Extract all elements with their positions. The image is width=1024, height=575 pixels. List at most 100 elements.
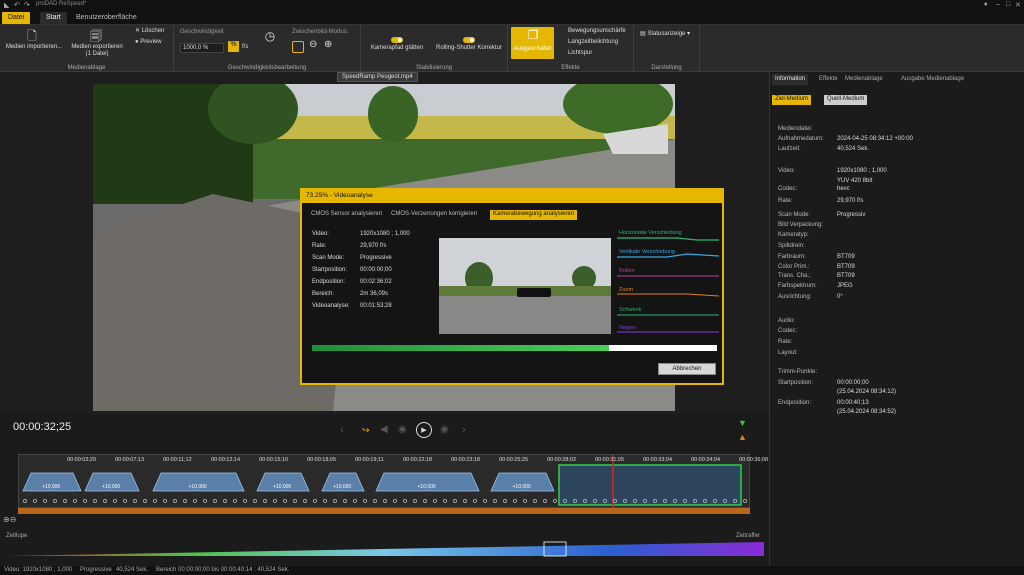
- range-bar[interactable]: [18, 508, 750, 514]
- trim-out-icon[interactable]: ▲: [738, 432, 747, 442]
- percent-button[interactable]: %: [228, 41, 239, 52]
- segment-label: +10,000: [273, 484, 292, 490]
- cam-smooth-button[interactable]: Kamerapfad glätten: [365, 45, 429, 52]
- cam-smooth-toggle[interactable]: [391, 37, 403, 43]
- speed-gradient[interactable]: [4, 540, 764, 558]
- tab-file[interactable]: Datei: [2, 12, 31, 24]
- step-forward-icon[interactable]: ◉: [440, 424, 449, 435]
- tab-effects[interactable]: Effekte: [816, 74, 841, 85]
- timeline-track[interactable]: 00:00:03;20 00:00:07;13 00:00:11;12 00:00:1…: [18, 454, 768, 509]
- dialog-title: 73.25% - Videoanalyse: [302, 190, 722, 203]
- next-icon[interactable]: ›: [462, 424, 466, 436]
- tab-cmos-correct[interactable]: CMOS-Verzerrungen korrigieren: [388, 210, 480, 220]
- info-key: Videoanalyse:: [312, 303, 350, 309]
- cancel-button[interactable]: Abbrechen: [658, 363, 716, 375]
- effects-off-button[interactable]: ❐ Ausgeschaltet: [511, 27, 554, 59]
- slow-motion-label: Zeitlupe: [6, 533, 28, 539]
- tab-start[interactable]: Start: [40, 12, 67, 24]
- source-medium-button[interactable]: Quell-Medium: [824, 95, 868, 105]
- app-logo-icon: ◣: [4, 2, 10, 9]
- info-key: Color Prim.:: [778, 264, 810, 270]
- ribbon: 🗋 Medien importieren... 🗐 Medien exporti…: [0, 25, 1024, 72]
- prev-icon[interactable]: ‹: [340, 424, 344, 436]
- info-key: Layout:: [778, 350, 798, 356]
- frame-mode-c-icon[interactable]: ⊕: [324, 39, 332, 50]
- info-key: Ausrichtung:: [778, 294, 812, 300]
- app-window: ◣ ↶ ↷ proDAD ReSpeed* ♦ – □ ✕ Datei Star…: [0, 0, 1024, 575]
- group-effects-label: Effekte: [561, 65, 580, 71]
- info-value: 1920x1080 ; 1,000: [360, 231, 410, 237]
- frame-mode-a-button[interactable]: [292, 41, 304, 53]
- minimize-icon[interactable]: –: [996, 1, 1000, 8]
- info-value: Progressiv: [837, 212, 866, 218]
- maximize-icon[interactable]: □: [1006, 1, 1010, 8]
- tab-cmos-analyze[interactable]: CMOS Sensor analysieren: [308, 210, 385, 220]
- tab-media[interactable]: Medienablage: [842, 74, 886, 85]
- import-media-button[interactable]: Medien importieren...: [2, 44, 66, 51]
- help-icon[interactable]: ♦: [984, 1, 988, 8]
- step-back-icon[interactable]: ◀: [380, 424, 388, 435]
- timecode: 00:00:32;25: [13, 421, 72, 433]
- info-key: Endposition:: [312, 279, 346, 285]
- curve-label: Schwenk: [619, 307, 642, 313]
- trim-in-icon[interactable]: ▼: [738, 418, 747, 428]
- stop-icon[interactable]: ◉: [398, 424, 407, 435]
- info-key: Startposition:: [778, 380, 814, 386]
- preview-toggle[interactable]: ● Preview: [135, 39, 162, 46]
- tab-output-media[interactable]: Ausgabe Medienablage: [898, 74, 967, 85]
- info-value: JPEG: [837, 283, 853, 289]
- info-key: Scan Mode:: [778, 212, 811, 218]
- zoom-in-icon[interactable]: ⊕⊖: [3, 515, 16, 524]
- group-effects: ❐ Ausgeschaltet Bewegungsunschärfe Langz…: [508, 25, 634, 72]
- file-name-label: SpeedRamp Peugeot.mp4: [337, 72, 418, 82]
- delete-button[interactable]: ✕ Löschen: [135, 28, 164, 35]
- group-display: ▤ Statusanzeige ▾ Darstellung: [634, 25, 700, 72]
- clock-icon[interactable]: ◷: [262, 29, 278, 43]
- tab-information[interactable]: Information: [772, 74, 809, 85]
- speed-input[interactable]: 1000,0 %: [180, 43, 224, 53]
- long-exposure-button[interactable]: Langzeitbelichtung: [568, 39, 618, 46]
- timeline-area: 00:00:32;25 ‹ ↪ ◀ ◉ ▶ ◉ › ▼ ▲ 00:00:03;2…: [0, 414, 769, 567]
- motion-blur-button[interactable]: Bewegungsunschärfe: [568, 28, 626, 35]
- delete-icon: ✕: [135, 28, 142, 34]
- export-media-button[interactable]: Medien exportieren: [66, 44, 128, 51]
- rolling-toggle[interactable]: [463, 37, 475, 43]
- redo-icon[interactable]: ↷: [24, 1, 30, 9]
- layers-icon: ❐: [527, 28, 539, 42]
- info-key: Rate:: [778, 198, 793, 204]
- light-trail-button[interactable]: Lichtspur: [568, 50, 592, 57]
- info-key: Codec:: [778, 328, 798, 334]
- group-stab-label: Stabilisierung: [415, 65, 453, 71]
- group-speed-label: Geschwindigkeitsbearbeitung: [227, 65, 307, 71]
- info-value: 29,970 f/s: [837, 198, 864, 204]
- segment-label: +10,000: [188, 484, 207, 490]
- status-video: Video: 1920x1080 ; 1,000: [4, 567, 73, 573]
- speed-label: Geschwindigkeit: [180, 29, 224, 35]
- status-display-dropdown[interactable]: ▤ Statusanzeige ▾: [640, 31, 690, 38]
- undo-icon[interactable]: ↶: [14, 1, 20, 9]
- tab-camera-motion[interactable]: Kamerabewegung analysieren: [490, 210, 578, 220]
- target-medium-button[interactable]: Ziel-Medium: [772, 95, 812, 105]
- close-icon[interactable]: ✕: [1015, 1, 1021, 9]
- tab-ui[interactable]: Benutzeroberfläche: [70, 12, 143, 24]
- info-value: 0°: [837, 294, 843, 300]
- segment-label: +10,000: [102, 484, 121, 490]
- info-key: Trimm-Punkte:: [778, 369, 818, 375]
- info-value: BT709: [837, 273, 855, 279]
- info-value: 00:00:00;00: [360, 267, 392, 273]
- status-duration: 40,524 Sek.: [116, 567, 149, 573]
- info-key: Endposition:: [778, 400, 812, 406]
- play-button[interactable]: ▶: [416, 422, 432, 438]
- segment-label: +10,000: [333, 484, 352, 490]
- selected-segment[interactable]: [558, 464, 742, 506]
- status-scan: Progressive: [80, 567, 112, 573]
- window-title: proDAD ReSpeed*: [36, 1, 87, 7]
- title-bar: ◣ ↶ ↷ proDAD ReSpeed* ♦ – □ ✕: [0, 0, 1024, 11]
- info-key: Trans. Cha.:: [778, 273, 811, 279]
- rolling-shutter-button[interactable]: Rolling-Shutter Korrektur: [431, 45, 507, 52]
- info-value: BT709: [837, 264, 855, 270]
- frame-mode-b-icon[interactable]: ⊖: [309, 39, 317, 50]
- loop-icon[interactable]: ↪: [362, 425, 370, 436]
- fps-button[interactable]: f/s: [242, 44, 248, 51]
- ruler-label: 00:00:33;04: [643, 457, 673, 463]
